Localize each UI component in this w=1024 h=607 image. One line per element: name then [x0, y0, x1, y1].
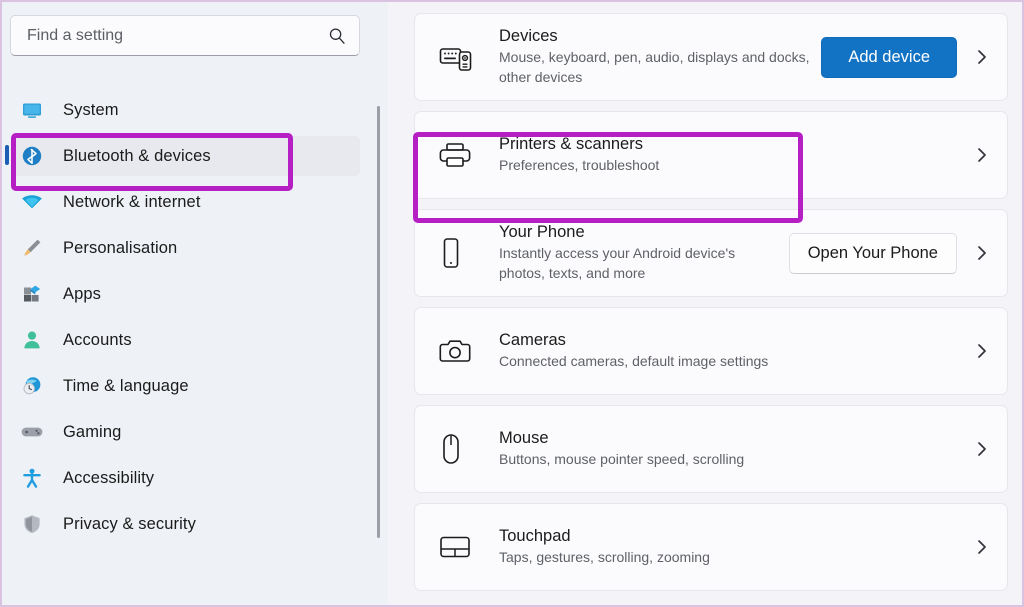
display-icon — [19, 98, 45, 122]
sidebar-item-label: Accounts — [63, 330, 132, 349]
card-subtitle: Buttons, mouse pointer speed, scrolling — [499, 451, 745, 468]
sidebar: System Bluetooth & devices — [2, 2, 388, 605]
sidebar-item-bluetooth-devices[interactable]: Bluetooth & devices — [5, 136, 360, 176]
add-device-button[interactable]: Add device — [821, 36, 957, 78]
sidebar-item-gaming[interactable]: Gaming — [11, 412, 360, 452]
card-subtitle: Taps, gestures, scrolling, zooming — [499, 549, 710, 566]
wifi-icon — [19, 190, 45, 214]
sidebar-item-privacy-security[interactable]: Privacy & security — [11, 504, 360, 544]
card-title: Cameras — [499, 330, 566, 349]
card-subtitle: Preferences, troubleshoot — [499, 157, 660, 174]
card-subtitle: Mouse, keyboard, pen, audio, displays an… — [499, 49, 810, 86]
sidebar-item-label: System — [63, 100, 119, 119]
search-input[interactable] — [27, 26, 327, 45]
card-title: Printers & scanners — [499, 134, 643, 153]
card-text: Mouse Buttons, mouse pointer speed, scro… — [499, 428, 973, 470]
card-text: Printers & scanners Preferences, trouble… — [499, 134, 973, 176]
card-your-phone[interactable]: Your Phone Instantly access your Android… — [414, 209, 1008, 297]
touchpad-icon — [439, 534, 481, 560]
card-cameras[interactable]: Cameras Connected cameras, default image… — [414, 307, 1008, 395]
sidebar-item-label: Network & internet — [63, 192, 201, 211]
sidebar-item-label: Gaming — [63, 422, 122, 441]
sidebar-item-label: Privacy & security — [63, 514, 196, 533]
shield-icon — [19, 512, 45, 536]
card-title: Mouse — [499, 428, 549, 447]
sidebar-item-label: Bluetooth & devices — [63, 146, 211, 165]
card-subtitle: Connected cameras, default image setting… — [499, 353, 769, 370]
phone-icon — [439, 237, 481, 269]
devices-icon — [439, 42, 481, 72]
card-printers-scanners[interactable]: Printers & scanners Preferences, trouble… — [414, 111, 1008, 199]
card-text: Your Phone Instantly access your Android… — [499, 222, 789, 284]
sidebar-item-system[interactable]: System — [11, 90, 360, 130]
mouse-icon — [439, 433, 481, 465]
sidebar-scrollbar[interactable] — [377, 106, 380, 538]
card-action: Add device — [821, 36, 957, 78]
search-box[interactable] — [10, 15, 360, 56]
person-icon — [19, 328, 45, 352]
sidebar-item-personalisation[interactable]: Personalisation — [11, 228, 360, 268]
gamepad-icon — [19, 420, 45, 444]
sidebar-item-time-language[interactable]: Time & language — [11, 366, 360, 406]
main-content: Devices Mouse, keyboard, pen, audio, dis… — [388, 2, 1022, 605]
sidebar-item-label: Apps — [63, 284, 102, 303]
card-text: Devices Mouse, keyboard, pen, audio, dis… — [499, 26, 821, 88]
clock-globe-icon — [19, 374, 45, 398]
card-title: Devices — [499, 26, 558, 45]
search-icon[interactable] — [327, 26, 347, 46]
chevron-right-icon[interactable] — [973, 146, 991, 164]
open-your-phone-button[interactable]: Open Your Phone — [788, 232, 957, 274]
card-title: Touchpad — [499, 526, 571, 545]
card-text: Touchpad Taps, gestures, scrolling, zoom… — [499, 526, 973, 568]
sidebar-item-accessibility[interactable]: Accessibility — [11, 458, 360, 498]
card-subtitle: Instantly access your Android device's p… — [499, 245, 736, 282]
apps-icon — [19, 282, 45, 306]
chevron-right-icon[interactable] — [973, 440, 991, 458]
printer-icon — [439, 141, 481, 169]
card-text: Cameras Connected cameras, default image… — [499, 330, 973, 372]
sidebar-item-accounts[interactable]: Accounts — [11, 320, 360, 360]
card-title: Your Phone — [499, 222, 585, 241]
settings-window: System Bluetooth & devices — [0, 0, 1024, 607]
card-devices[interactable]: Devices Mouse, keyboard, pen, audio, dis… — [414, 13, 1008, 101]
camera-icon — [439, 337, 481, 365]
card-action: Open Your Phone — [788, 232, 957, 274]
sidebar-item-apps[interactable]: Apps — [11, 274, 360, 314]
chevron-right-icon[interactable] — [973, 48, 991, 66]
chevron-right-icon[interactable] — [973, 538, 991, 556]
sidebar-item-label: Time & language — [63, 376, 189, 395]
sidebar-nav: System Bluetooth & devices Network & int… — [2, 86, 388, 605]
sidebar-item-label: Personalisation — [63, 238, 178, 257]
sidebar-item-network-internet[interactable]: Network & internet — [11, 182, 360, 222]
chevron-right-icon[interactable] — [973, 244, 991, 262]
card-touchpad[interactable]: Touchpad Taps, gestures, scrolling, zoom… — [414, 503, 1008, 591]
sidebar-item-label: Accessibility — [63, 468, 155, 487]
accessibility-icon — [19, 466, 45, 490]
card-mouse[interactable]: Mouse Buttons, mouse pointer speed, scro… — [414, 405, 1008, 493]
search-container — [10, 15, 360, 56]
paintbrush-icon — [19, 236, 45, 260]
chevron-right-icon[interactable] — [973, 342, 991, 360]
bluetooth-icon — [19, 144, 45, 168]
